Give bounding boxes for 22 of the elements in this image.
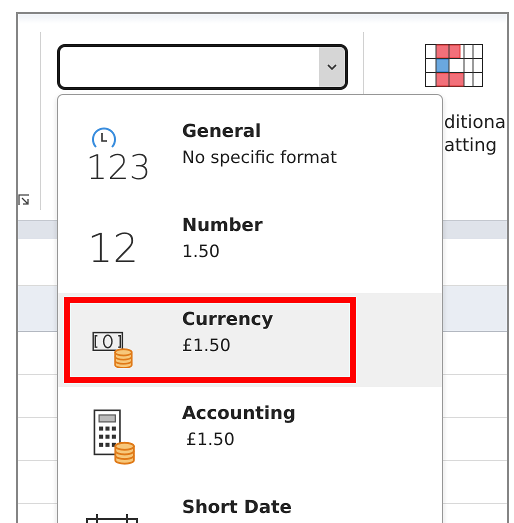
option-example: £1.50 bbox=[186, 430, 236, 450]
format-option[interactable]: Short Date bbox=[58, 481, 442, 523]
option-example: 1.50 bbox=[182, 242, 221, 262]
format-option[interactable]: 123 General No specific format bbox=[58, 105, 442, 199]
dialog-launcher-icon[interactable] bbox=[18, 194, 30, 206]
format-option[interactable]: Accounting £1.50 bbox=[58, 387, 442, 481]
option-title: Short Date bbox=[182, 497, 292, 518]
option-title: Number bbox=[182, 215, 263, 236]
format-option[interactable]: Currency £1.50 bbox=[58, 293, 442, 387]
icon-digits: 123 bbox=[86, 151, 151, 185]
option-title: Currency bbox=[182, 309, 274, 330]
ribbon-label[interactable]: atting bbox=[444, 135, 506, 156]
conditional-formatting-icon[interactable] bbox=[425, 44, 483, 87]
ribbon-label[interactable]: ditiona bbox=[444, 112, 506, 133]
number-format-dropdown[interactable] bbox=[57, 44, 348, 90]
icon-digits: 12 bbox=[88, 229, 138, 269]
option-title: Accounting bbox=[182, 403, 296, 424]
option-example: £1.50 bbox=[182, 336, 232, 356]
chevron-down-icon bbox=[327, 64, 337, 70]
format-option[interactable]: 12 Number 1.50 bbox=[58, 199, 442, 293]
option-title: General bbox=[182, 121, 262, 142]
option-example: No specific format bbox=[182, 148, 337, 168]
